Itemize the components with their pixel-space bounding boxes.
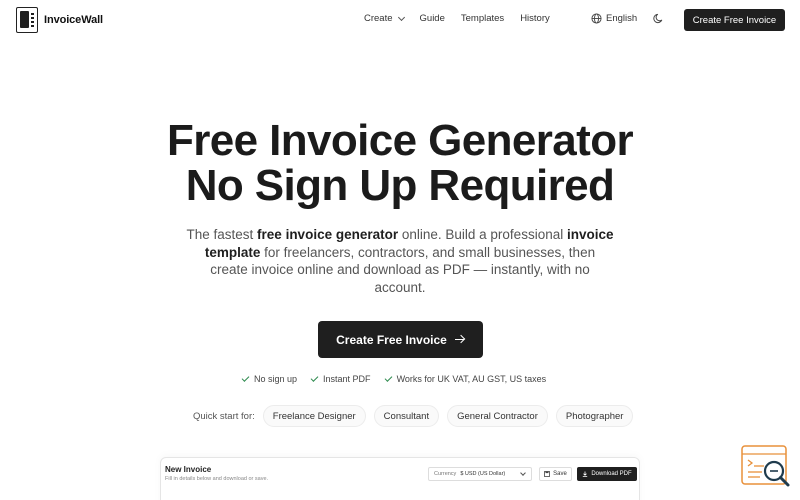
nav-create-invoice-button[interactable]: Create Free Invoice — [684, 9, 785, 31]
top-nav: InvoiceWall Create Guide Templates Histo… — [0, 0, 800, 40]
hero-title-line2: No Sign Up Required — [185, 161, 615, 210]
currency-label: Currency — [434, 471, 457, 477]
nav-templates-link[interactable]: Templates — [461, 13, 504, 24]
download-pdf-label: Download PDF — [591, 471, 632, 477]
arrow-right-icon — [454, 335, 465, 345]
quick-start-chip-photographer[interactable]: Photographer — [555, 405, 634, 427]
invoice-editor-preview: New Invoice Fill in details below and do… — [160, 457, 640, 500]
checkmark-icon — [384, 374, 392, 382]
chevron-down-icon — [520, 470, 526, 476]
quick-start-chip-consultant[interactable]: Consultant — [373, 405, 440, 427]
checkmark-icon — [310, 374, 319, 382]
nav-guide-link[interactable]: Guide — [420, 13, 445, 24]
feature-check-label: No sign up — [254, 374, 298, 384]
nav-create-label: Create — [364, 13, 393, 24]
quick-start-row: Quick start for: Freelance Designer Cons… — [193, 405, 641, 427]
hero-subtitle-text: for freelancers, contractors, and small … — [210, 244, 596, 295]
save-icon — [544, 471, 551, 477]
hero-subtitle: The fastest free invoice generator onlin… — [186, 226, 614, 296]
brand-name: InvoiceWall — [44, 14, 104, 26]
quick-start-chip-freelance-designer[interactable]: Freelance Designer — [262, 405, 366, 427]
search-document-badge-icon[interactable] — [740, 444, 792, 490]
feature-checks: No sign up Instant PDF Works for UK VAT,… — [241, 374, 547, 384]
currency-value: $ USD (US Dollar) — [460, 471, 506, 477]
invoice-logo-icon — [16, 7, 38, 33]
hero-subtitle-text: The fastest — [186, 227, 258, 242]
save-button[interactable]: Save — [539, 467, 572, 481]
feature-check-item: Instant PDF — [310, 374, 371, 384]
language-selector[interactable]: English — [591, 13, 637, 24]
language-label: English — [606, 13, 638, 24]
feature-check-label: Works for UK VAT, AU GST, US taxes — [396, 374, 547, 384]
feature-check-item: Works for UK VAT, AU GST, US taxes — [384, 374, 547, 384]
quick-start-label: Quick start for: — [193, 410, 255, 422]
nav-links: Create Guide Templates History — [364, 13, 566, 24]
moon-icon[interactable] — [653, 13, 664, 24]
hero-cta-label: Create Free Invoice — [336, 332, 447, 347]
save-label: Save — [553, 471, 567, 477]
download-icon — [583, 471, 588, 477]
hero-title-line1: Free Invoice Generator — [166, 116, 634, 165]
brand-logo[interactable]: InvoiceWall — [16, 7, 103, 33]
chevron-down-icon — [397, 13, 405, 21]
hero-create-invoice-button[interactable]: Create Free Invoice — [318, 321, 483, 358]
hero-subtitle-text: online. Build a professional — [398, 227, 567, 242]
checkmark-icon — [241, 374, 250, 382]
feature-check-item: No sign up — [241, 374, 298, 384]
hero-subtitle-bold: free invoice generator — [257, 227, 399, 242]
invoice-editor-title: New Invoice — [165, 465, 212, 474]
invoice-editor-subtitle: Fill in details below and download or sa… — [165, 476, 269, 482]
nav-create-dropdown[interactable]: Create — [364, 13, 405, 24]
hero-title: Free Invoice Generator No Sign Up Requir… — [0, 118, 800, 208]
feature-check-label: Instant PDF — [323, 374, 371, 384]
globe-icon — [591, 13, 602, 24]
quick-start-chip-general-contractor[interactable]: General Contractor — [447, 405, 548, 427]
currency-select[interactable]: Currency $ USD (US Dollar) — [428, 467, 532, 481]
nav-history-link[interactable]: History — [520, 13, 550, 24]
download-pdf-button[interactable]: Download PDF — [577, 467, 637, 481]
